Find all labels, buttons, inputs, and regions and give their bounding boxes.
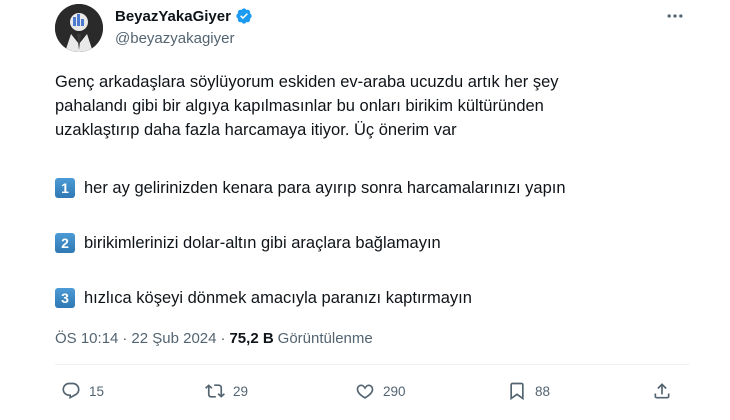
retweet-count: 29 [233, 383, 249, 399]
tweet-text-line: Genç arkadaşlara söylüyorum eskiden ev-a… [55, 73, 559, 91]
keycap-two-icon: 2 [55, 233, 75, 253]
keycap-three-icon: 3 [55, 288, 75, 308]
list-item: 2 birikimlerinizi dolar-altın gibi araçl… [55, 233, 441, 253]
list-item-text: birikimlerinizi dolar-altın gibi araçlar… [84, 233, 441, 252]
meta-separator: · [220, 330, 226, 347]
meta-separator: · [122, 330, 128, 347]
views-count: 75,2 B [229, 330, 274, 347]
divider [55, 364, 690, 365]
share-button[interactable] [652, 381, 672, 401]
retweet-button[interactable]: 29 [205, 381, 248, 401]
tweet-time[interactable]: ÖS 10:14 [55, 330, 118, 347]
keycap-one-icon: 1 [55, 178, 75, 198]
share-icon [654, 383, 670, 399]
tweet-text-line: pahalandı gibi bir algıya kapılmasınlar … [55, 97, 544, 115]
bookmark-count: 88 [535, 383, 551, 399]
tweet-text: Genç arkadaşlara söylüyorum eskiden ev-a… [55, 70, 695, 142]
like-icon [356, 384, 374, 399]
tweet-date[interactable]: 22 Şub 2024 [131, 330, 216, 347]
list-item-text: her ay gelirinizden kenara para ayırıp s… [84, 178, 566, 197]
tweet-text-line: uzaklaştırıp daha fazla harcamaya itiyor… [55, 121, 457, 139]
bookmark-icon [510, 382, 524, 401]
list-item-text: hızlıca köşeyi dönmek amacıyla paranızı … [84, 288, 472, 307]
author-handle[interactable]: @beyazyakagiyer [115, 30, 234, 47]
reply-button[interactable]: 15 [61, 381, 104, 401]
verified-badge-icon [235, 7, 253, 25]
bookmark-button[interactable]: 88 [507, 381, 550, 401]
more-icon [667, 14, 683, 18]
author-name-row[interactable]: BeyazYakaGiyer [115, 7, 253, 25]
like-button[interactable]: 290 [355, 381, 406, 401]
action-bar: 15 29 290 88 [55, 381, 675, 411]
tweet-meta: ÖS 10:14 · 22 Şub 2024 · 75,2 B Görüntül… [55, 330, 373, 347]
avatar-image [55, 4, 103, 52]
avatar[interactable] [55, 4, 103, 52]
list-item: 3 hızlıca köşeyi dönmek amacıyla paranız… [55, 288, 472, 308]
list-item: 1 her ay gelirinizden kenara para ayırıp… [55, 178, 566, 198]
reply-count: 15 [89, 383, 105, 399]
author-display-name[interactable]: BeyazYakaGiyer [115, 8, 231, 25]
like-count: 290 [383, 383, 406, 399]
retweet-icon [205, 384, 225, 398]
more-options-button[interactable] [660, 6, 690, 26]
views-label: Görüntülenme [277, 330, 373, 347]
reply-icon [62, 382, 80, 400]
